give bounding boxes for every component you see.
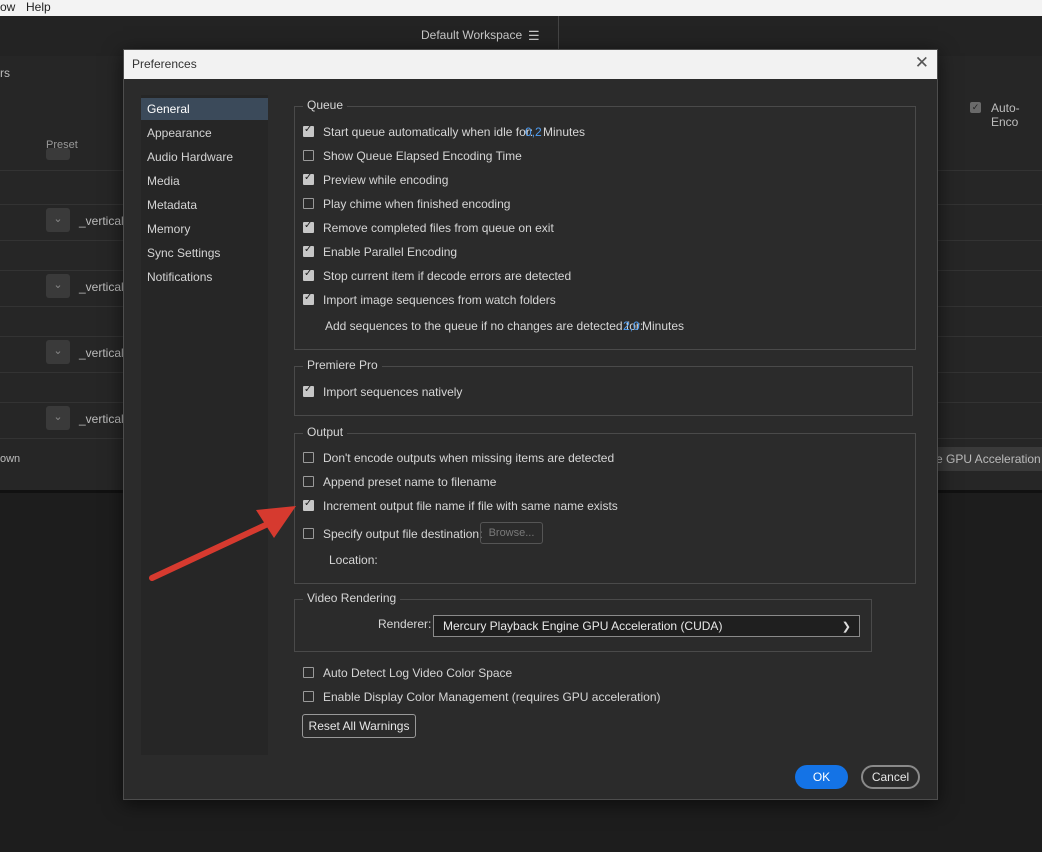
- import-image-sequences-checkbox[interactable]: [303, 292, 314, 305]
- preset-name: _vertical: [79, 214, 124, 228]
- preview-encoding-label: Preview while encoding: [323, 173, 449, 187]
- sidebar-item-metadata[interactable]: Metadata: [141, 194, 268, 216]
- menu-bar: ow Help: [0, 0, 1042, 16]
- parallel-encoding-checkbox[interactable]: [303, 244, 314, 257]
- play-chime-checkbox[interactable]: [303, 198, 314, 209]
- close-icon[interactable]: ✕: [915, 54, 929, 72]
- renderer-label: Renderer:: [378, 617, 432, 631]
- increment-filename-checkbox[interactable]: [303, 498, 314, 511]
- cancel-button[interactable]: Cancel: [861, 765, 920, 789]
- dropdown-button[interactable]: ⌄: [46, 274, 70, 298]
- preview-encoding-checkbox[interactable]: [303, 172, 314, 185]
- queue-legend: Queue: [303, 98, 348, 112]
- auto-detect-log-checkbox[interactable]: [303, 667, 314, 678]
- dialog-titlebar: Preferences ✕: [124, 50, 937, 79]
- auto-detect-log-label: Auto Detect Log Video Color Space: [323, 666, 513, 680]
- dropdown-button[interactable]: [46, 148, 70, 160]
- specify-destination-label: Specify output file destination:: [323, 527, 483, 541]
- specify-destination-checkbox[interactable]: [303, 528, 314, 539]
- location-label: Location:: [329, 553, 378, 567]
- ok-button[interactable]: OK: [795, 765, 848, 789]
- add-sequences-value[interactable]: 2,0: [623, 318, 640, 334]
- preset-name: _vertical: [79, 346, 124, 360]
- preset-name: _vertical: [79, 412, 124, 426]
- sidebar-item-memory[interactable]: Memory: [141, 218, 268, 240]
- increment-filename-label: Increment output file name if file with …: [323, 499, 618, 513]
- hamburger-icon[interactable]: ☰: [528, 28, 540, 44]
- add-sequences-label: Add sequences to the queue if no changes…: [325, 319, 644, 333]
- workspace-label[interactable]: Default Workspace: [421, 28, 522, 42]
- bottom-left-label: own: [0, 453, 21, 465]
- sidebar-item-appearance[interactable]: Appearance: [141, 122, 268, 144]
- append-preset-name-label: Append preset name to filename: [323, 475, 497, 489]
- renderer-dropdown-bg[interactable]: e GPU Acceleration (C: [930, 447, 1042, 471]
- chevron-down-icon: ❯: [841, 621, 851, 633]
- dont-encode-missing-checkbox[interactable]: [303, 452, 314, 463]
- renderer-select[interactable]: Mercury Playback Engine GPU Acceleration…: [433, 615, 860, 637]
- append-preset-name-checkbox[interactable]: [303, 476, 314, 487]
- display-color-management-label: Enable Display Color Management (require…: [323, 690, 661, 704]
- import-sequences-natively-checkbox[interactable]: [303, 384, 314, 397]
- auto-encode-checkbox[interactable]: ✓: [970, 102, 981, 113]
- reset-all-warnings-button[interactable]: Reset All Warnings: [302, 714, 416, 738]
- dropdown-button[interactable]: ⌄: [46, 208, 70, 232]
- dialog-title: Preferences: [132, 57, 197, 71]
- import-sequences-natively-label: Import sequences natively: [323, 385, 463, 399]
- video-rendering-legend: Video Rendering: [303, 591, 401, 605]
- output-legend: Output: [303, 425, 348, 439]
- add-sequences-unit: Minutes: [642, 319, 685, 333]
- stop-on-errors-label: Stop current item if decode errors are d…: [323, 269, 572, 283]
- preferences-dialog: Preferences ✕ General Appearance Audio H…: [123, 49, 938, 800]
- sidebar-item-notifications[interactable]: Notifications: [141, 266, 268, 288]
- show-elapsed-checkbox[interactable]: [303, 150, 314, 161]
- start-queue-label: Start queue automatically when idle for:: [323, 125, 534, 139]
- remove-completed-label: Remove completed files from queue on exi…: [323, 221, 554, 235]
- stop-on-errors-checkbox[interactable]: [303, 268, 314, 281]
- sidebar-item-general[interactable]: General: [141, 98, 268, 120]
- sidebar-item-sync-settings[interactable]: Sync Settings: [141, 242, 268, 264]
- panel-title: rs: [0, 66, 10, 80]
- renderer-select-value: Mercury Playback Engine GPU Acceleration…: [443, 619, 723, 633]
- preset-name: _vertical: [79, 280, 124, 294]
- idle-minutes-value[interactable]: 0,2: [525, 124, 542, 140]
- idle-minutes-unit: Minutes: [543, 125, 586, 139]
- sidebar-item-audio-hardware[interactable]: Audio Hardware: [141, 146, 268, 168]
- remove-completed-checkbox[interactable]: [303, 220, 314, 233]
- auto-encode-label: Auto-Enco: [991, 101, 1020, 129]
- start-queue-checkbox[interactable]: [303, 124, 314, 137]
- play-chime-label: Play chime when finished encoding: [323, 197, 511, 211]
- display-color-management-checkbox[interactable]: [303, 691, 314, 702]
- browse-button[interactable]: Browse...: [480, 522, 543, 544]
- menu-item-window[interactable]: ow: [0, 0, 15, 14]
- sidebar-item-media[interactable]: Media: [141, 170, 268, 192]
- preferences-sidebar: General Appearance Audio Hardware Media …: [141, 95, 268, 755]
- menu-item-help[interactable]: Help: [26, 0, 51, 14]
- dropdown-button[interactable]: ⌄: [46, 406, 70, 430]
- dont-encode-missing-label: Don't encode outputs when missing items …: [323, 451, 615, 465]
- show-elapsed-label: Show Queue Elapsed Encoding Time: [323, 149, 522, 163]
- parallel-encoding-label: Enable Parallel Encoding: [323, 245, 458, 259]
- premiere-pro-legend: Premiere Pro: [303, 358, 382, 372]
- dropdown-button[interactable]: ⌄: [46, 340, 70, 364]
- import-image-sequences-label: Import image sequences from watch folder…: [323, 293, 556, 307]
